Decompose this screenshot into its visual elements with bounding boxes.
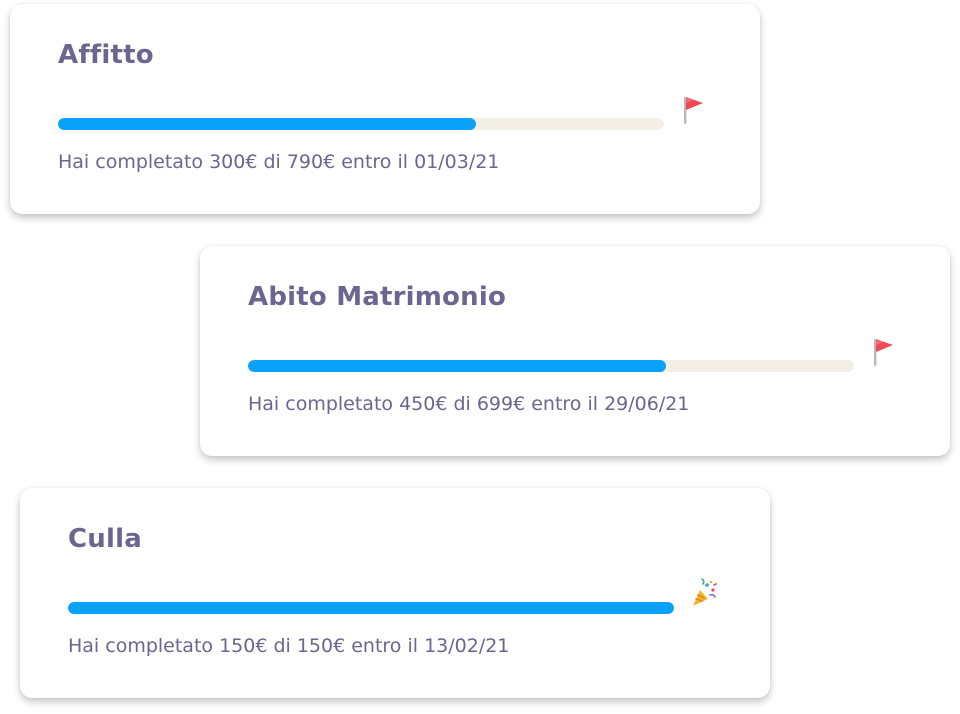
goal-status-text: Hai completato 150€ di 150€ entro il 13/… xyxy=(68,635,510,657)
progress-bar xyxy=(248,360,854,372)
progress-fill xyxy=(58,118,477,130)
flag-icon xyxy=(680,94,706,126)
progress-bar xyxy=(58,118,664,130)
goal-title: Affitto xyxy=(58,40,154,70)
goal-card-abito-matrimonio[interactable]: Abito Matrimonio Hai completato 450€ di … xyxy=(200,246,950,456)
goal-card-affitto[interactable]: Affitto Hai completato 300€ di 790€ entr… xyxy=(10,4,760,214)
goal-status-text: Hai completato 300€ di 790€ entro il 01/… xyxy=(58,151,500,173)
progress-fill xyxy=(68,602,674,614)
goal-card-culla[interactable]: Culla Hai completato 150€ di 150€ entro … xyxy=(20,488,770,698)
progress-fill xyxy=(248,360,667,372)
flag-icon xyxy=(870,336,896,368)
goal-status-text: Hai completato 450€ di 699€ entro il 29/… xyxy=(248,393,690,415)
goal-title: Culla xyxy=(68,524,142,554)
party-popper-icon xyxy=(690,578,717,610)
goals-stage: Affitto Hai completato 300€ di 790€ entr… xyxy=(0,0,960,714)
goal-title: Abito Matrimonio xyxy=(248,282,507,312)
progress-bar xyxy=(68,602,674,614)
